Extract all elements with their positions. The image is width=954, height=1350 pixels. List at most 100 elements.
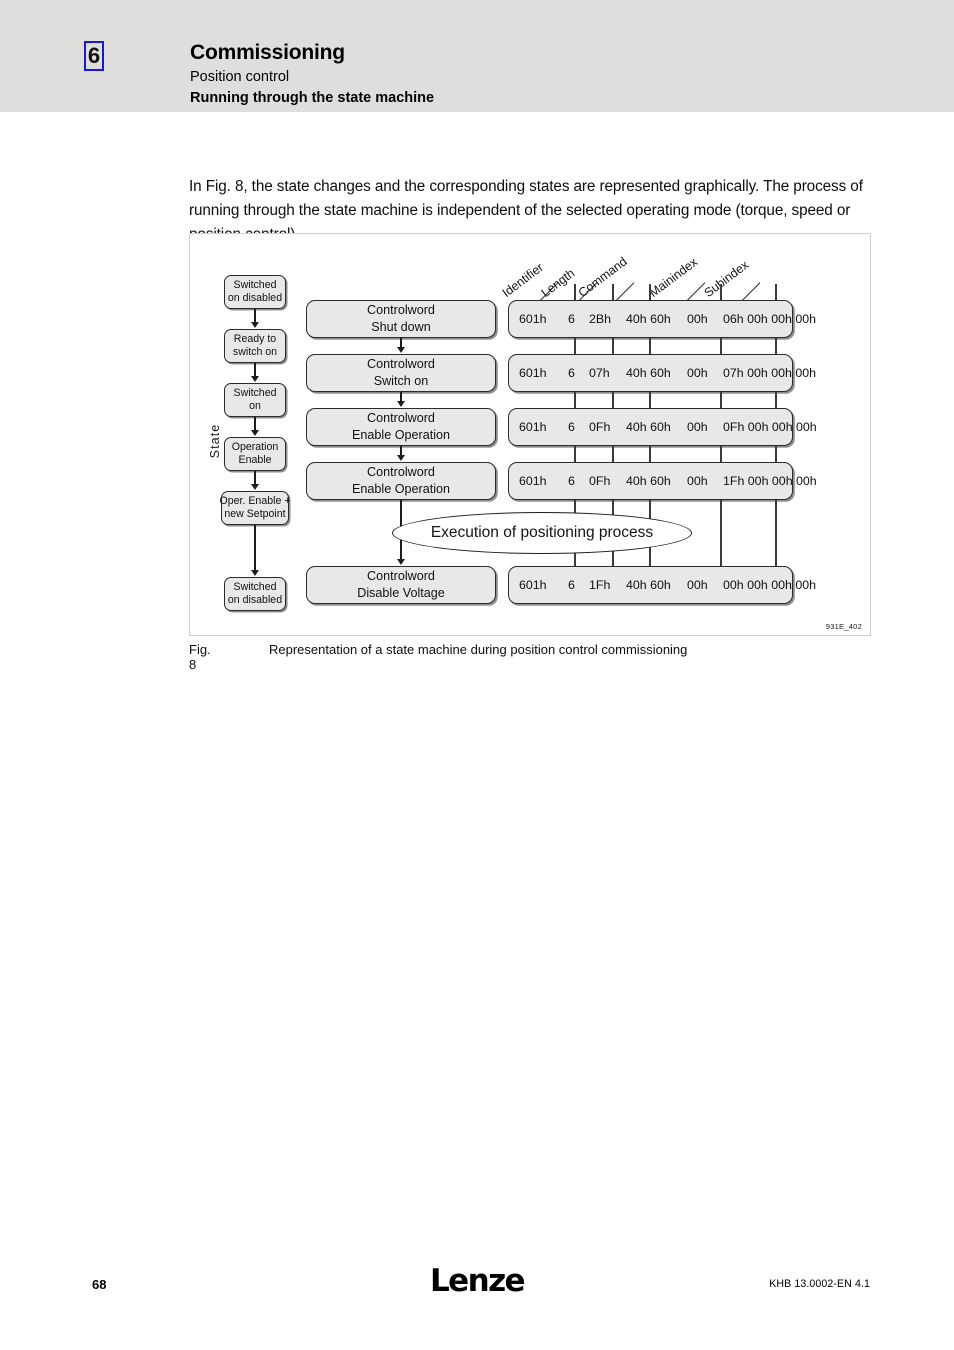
controlword-label-line2: Disable Voltage [357, 586, 445, 600]
column-divider [574, 284, 576, 300]
state-label-line2: on [249, 400, 261, 412]
telegram-command: 2Bh [589, 312, 612, 326]
chapter-number-badge: 6 [84, 41, 104, 71]
column-divider [612, 284, 614, 300]
telegram-mainindex: 40h 60h [626, 578, 671, 592]
column-divider [720, 338, 722, 354]
telegram-row-5: 601h 6 1Fh 40h 60h 00h 00h 00h 00h 00h [508, 566, 816, 604]
controlword-box-enable-operation-2: Controlword Enable Operation [306, 462, 496, 500]
telegram-identifier: 601h [519, 420, 547, 434]
state-box-ready-to-switch-on: Ready to switch on [224, 329, 286, 363]
controlword-label-line1: Controlword [367, 411, 435, 425]
telegram-length: 6 [568, 578, 575, 592]
state-label-line1: Operation [231, 440, 279, 453]
telegram-subindex: 00h [687, 420, 708, 434]
state-box-switched-on-disabled-1: Switched on disabled [224, 275, 286, 309]
telegram-identifier: 601h [519, 312, 547, 326]
controlword-label-line1: Controlword [367, 465, 435, 479]
column-header-identifier: Identifier [499, 260, 546, 300]
column-divider [649, 446, 651, 462]
figure-caption-label: Fig. 8 [189, 642, 211, 672]
state-arrow-head-4 [251, 484, 259, 490]
state-label-line1: Ready to [233, 332, 277, 345]
telegram-subindex: 00h [687, 366, 708, 380]
telegram-length: 6 [568, 366, 575, 380]
controlword-label-line2: Shut down [371, 320, 431, 334]
telegram-command: 1Fh [589, 578, 611, 592]
figure-caption-text: Representation of a state machine during… [269, 642, 688, 657]
column-divider [612, 392, 614, 408]
controlword-box-disable-voltage: Controlword Disable Voltage [306, 566, 496, 604]
telegram-command: 07h [589, 366, 610, 380]
state-arrow-2 [254, 363, 256, 377]
telegram-data: 1Fh 00h 00h 00h [723, 474, 817, 488]
column-divider [574, 446, 576, 462]
footer-document-id: KHB 13.0002-EN 4.1 [769, 1278, 870, 1290]
state-label-line2: on disabled [227, 292, 283, 304]
column-divider [775, 284, 777, 300]
state-label-line1: Switched [233, 278, 277, 291]
telegram-command: 0Fh [589, 420, 611, 434]
telegram-data: 06h 00h 00h 00h [723, 312, 817, 326]
telegram-length: 6 [568, 420, 575, 434]
header-subtitle-primary: Position control [190, 69, 290, 85]
state-box-switched-on-disabled-2: Switched on disabled [224, 577, 286, 611]
telegram-length: 6 [568, 312, 575, 326]
state-arrow-head-2 [251, 376, 259, 382]
column-divider [649, 338, 651, 354]
controlword-arrow-head-4 [397, 559, 405, 565]
state-label-line1: Switched [233, 580, 277, 593]
telegram-command: 0Fh [589, 474, 611, 488]
state-label-line2: new Setpoint [224, 508, 286, 520]
figure-state-machine-diagram: State Identifier Length Command Maininde… [189, 233, 871, 636]
state-box-oper-enable-new-setpoint: Oper. Enable + new Setpoint [219, 491, 291, 525]
column-divider [612, 338, 614, 354]
column-divider [775, 338, 777, 354]
state-arrow-3 [254, 417, 256, 431]
controlword-arrow-head-3 [397, 455, 405, 461]
telegram-row-2: 601h 6 07h 40h 60h 00h 07h 00h 00h 00h [508, 354, 816, 392]
controlword-arrow-head-1 [397, 347, 405, 353]
column-divider [612, 446, 614, 462]
telegram-data: 00h 00h 00h 00h [723, 578, 817, 592]
figure-id-label: 931E_402 [825, 622, 862, 631]
column-divider [649, 392, 651, 408]
state-label-line2: switch on [232, 346, 278, 358]
controlword-label-line2: Enable Operation [351, 482, 451, 496]
state-axis-label: State [208, 423, 222, 459]
controlword-arrow-head-2 [397, 401, 405, 407]
state-arrow-4 [254, 471, 256, 485]
column-divider [720, 284, 722, 300]
state-arrow-head-1 [251, 322, 259, 328]
state-arrow-5 [254, 525, 256, 571]
controlword-box-enable-operation-1: Controlword Enable Operation [306, 408, 496, 446]
telegram-row-1: 601h 6 2Bh 40h 60h 00h 06h 00h 00h 00h [508, 300, 816, 338]
controlword-label-line2: Switch on [373, 374, 429, 388]
state-arrow-1 [254, 309, 256, 323]
state-box-switched-on: Switched on [224, 383, 286, 417]
telegram-mainindex: 40h 60h [626, 312, 671, 326]
state-arrow-head-3 [251, 430, 259, 436]
column-divider [720, 392, 722, 408]
column-header-subindex: Subindex [701, 257, 752, 300]
column-divider [775, 500, 777, 566]
state-label-line1: Oper. Enable + [219, 494, 291, 507]
telegram-identifier: 601h [519, 474, 547, 488]
page-title: Commissioning [190, 41, 345, 64]
telegram-identifier: 601h [519, 366, 547, 380]
telegram-identifier: 601h [519, 578, 547, 592]
telegram-row-4: 601h 6 0Fh 40h 60h 00h 1Fh 00h 00h 00h [508, 462, 817, 500]
column-divider [720, 500, 722, 566]
state-label-line1: Switched [233, 386, 277, 399]
telegram-data: 07h 00h 00h 00h [723, 366, 817, 380]
execution-of-positioning-process-ellipse: Execution of positioning process [392, 512, 692, 554]
header-subtitle-secondary: Running through the state machine [190, 90, 435, 106]
ellipse-label: Execution of positioning process [430, 524, 654, 541]
column-divider [775, 446, 777, 462]
telegram-subindex: 00h [687, 578, 708, 592]
telegram-subindex: 00h [687, 474, 708, 488]
column-divider [574, 392, 576, 408]
column-divider [574, 338, 576, 354]
column-divider [720, 446, 722, 462]
telegram-data: 0Fh 00h 00h 00h [723, 420, 817, 434]
